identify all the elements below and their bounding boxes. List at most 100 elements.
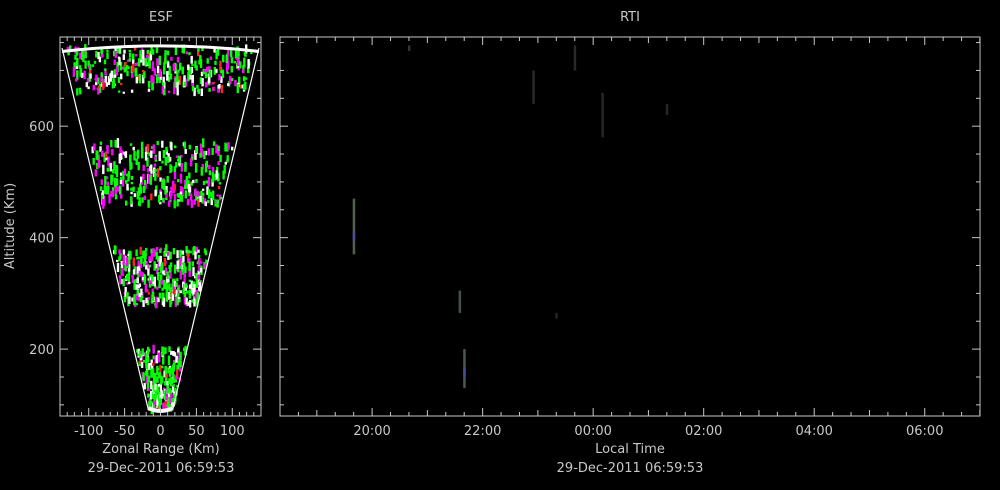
echo-point bbox=[194, 293, 197, 299]
echo-point bbox=[158, 279, 161, 289]
echo-point bbox=[217, 145, 220, 151]
echo-point bbox=[130, 196, 133, 205]
echo-point bbox=[189, 193, 193, 201]
beam-arc-top bbox=[61, 44, 260, 53]
echo-point bbox=[150, 164, 153, 171]
echo-point bbox=[152, 344, 155, 354]
echo-point bbox=[176, 72, 179, 82]
echo-point bbox=[81, 50, 84, 60]
echo-point bbox=[99, 186, 103, 191]
echo-point bbox=[133, 193, 137, 197]
echo-point bbox=[166, 385, 169, 394]
echo-point bbox=[118, 57, 121, 66]
echo-point bbox=[211, 172, 215, 183]
echo-point bbox=[241, 69, 245, 74]
echo-point bbox=[97, 89, 100, 95]
echo-point bbox=[168, 67, 171, 76]
echo-point bbox=[207, 189, 211, 199]
echo-point bbox=[150, 150, 153, 158]
echo-point bbox=[161, 365, 164, 369]
echo-point bbox=[89, 73, 92, 79]
echo-point bbox=[173, 171, 177, 180]
echo-point bbox=[164, 347, 167, 354]
echo-point bbox=[216, 199, 219, 208]
echo-point bbox=[109, 163, 112, 172]
echo-point bbox=[136, 256, 139, 260]
echo-point bbox=[179, 249, 182, 259]
echo-point bbox=[139, 186, 142, 194]
esf-echo-points bbox=[66, 44, 253, 415]
echo-point bbox=[148, 363, 151, 370]
echo-point bbox=[151, 82, 154, 91]
echo-point bbox=[188, 52, 191, 56]
echo-point bbox=[128, 52, 132, 58]
echo-point bbox=[203, 69, 206, 72]
echo-point bbox=[126, 70, 129, 77]
echo-point bbox=[227, 142, 230, 150]
echo-point bbox=[169, 253, 172, 258]
echo-point bbox=[125, 257, 129, 267]
echo-point bbox=[197, 88, 201, 92]
echo-point bbox=[190, 55, 193, 64]
echo-point bbox=[136, 277, 139, 283]
echo-point bbox=[217, 161, 220, 166]
echo-point bbox=[136, 151, 139, 157]
rti-trace bbox=[601, 92, 604, 138]
echo-point bbox=[152, 248, 155, 257]
echo-point bbox=[186, 199, 190, 206]
echo-point bbox=[137, 201, 141, 206]
echo-point bbox=[136, 289, 139, 297]
echo-point bbox=[218, 182, 222, 185]
echo-point bbox=[189, 250, 192, 254]
echo-point bbox=[103, 184, 107, 194]
echo-point bbox=[165, 197, 168, 201]
echo-point bbox=[133, 296, 136, 306]
echo-point bbox=[95, 74, 98, 83]
echo-point bbox=[176, 278, 179, 282]
echo-point bbox=[207, 148, 211, 156]
echo-point bbox=[230, 56, 234, 64]
echo-point bbox=[193, 284, 196, 293]
echo-point bbox=[172, 366, 175, 372]
echo-point bbox=[120, 194, 123, 199]
echo-point bbox=[188, 300, 192, 308]
echo-point bbox=[161, 140, 164, 148]
echo-point bbox=[179, 173, 183, 184]
echo-point bbox=[115, 66, 119, 76]
echo-point bbox=[131, 274, 134, 279]
echo-point bbox=[181, 250, 184, 255]
echo-point bbox=[132, 257, 135, 267]
echo-point bbox=[152, 144, 155, 154]
echo-point bbox=[177, 287, 180, 291]
echo-point bbox=[181, 69, 184, 74]
echo-point bbox=[147, 88, 151, 92]
rti-trace bbox=[352, 232, 356, 241]
echo-point bbox=[144, 252, 147, 256]
echo-point bbox=[174, 375, 178, 380]
esf-ylabel: Altitude (Km) bbox=[3, 183, 18, 269]
echo-point bbox=[191, 261, 194, 267]
echo-point bbox=[196, 191, 200, 197]
echo-point bbox=[147, 388, 150, 392]
echo-point bbox=[154, 373, 157, 384]
esf-ticks: -100 -50 0 50 100 200 400 600 bbox=[29, 37, 262, 439]
echo-point bbox=[137, 284, 140, 289]
rti-trace bbox=[665, 103, 669, 115]
echo-point bbox=[160, 262, 164, 270]
echo-point bbox=[188, 258, 191, 262]
echo-point bbox=[218, 84, 221, 89]
echo-point bbox=[226, 71, 229, 74]
echo-point bbox=[227, 83, 230, 86]
echo-point bbox=[168, 156, 172, 162]
esf-x-tick-label: 50 bbox=[188, 424, 205, 439]
echo-point bbox=[197, 48, 200, 52]
echo-point bbox=[128, 296, 131, 304]
echo-point bbox=[220, 84, 224, 94]
echo-point bbox=[224, 142, 227, 152]
echo-point bbox=[142, 185, 146, 193]
echo-point bbox=[114, 186, 117, 195]
echo-point bbox=[148, 256, 151, 262]
echo-point bbox=[161, 179, 164, 189]
echo-point bbox=[146, 144, 149, 153]
echo-point bbox=[236, 58, 240, 67]
